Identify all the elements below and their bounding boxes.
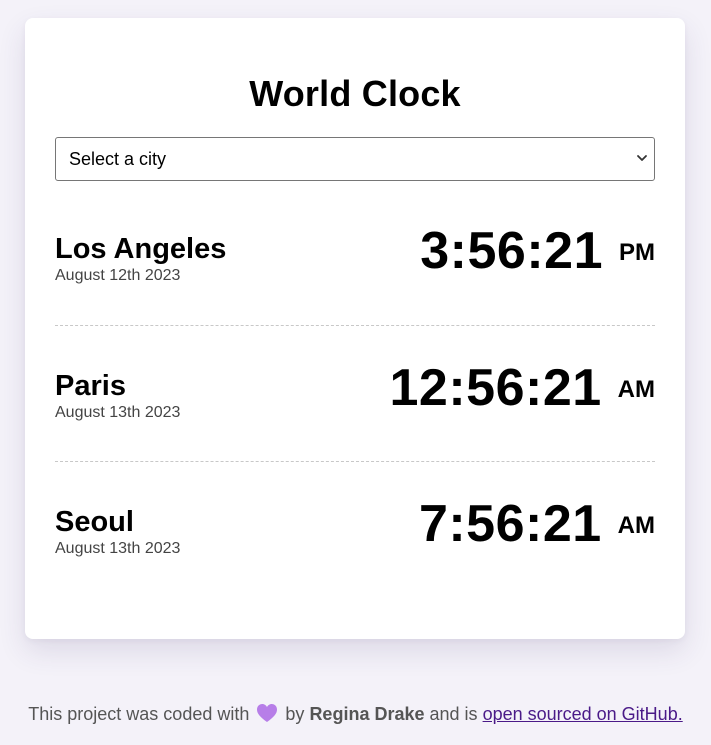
time-value: 7:56:21 [418, 495, 602, 553]
city-list: Los Angeles August 12th 2023 3:56:21 PM … [55, 189, 655, 597]
city-info: Paris August 13th 2023 [55, 369, 180, 423]
city-time: 12:56:21 AM [390, 358, 655, 418]
page-title: World Clock [249, 73, 461, 114]
city-select[interactable]: Select a city [55, 137, 655, 181]
footer-text: by [285, 704, 305, 724]
city-time: 7:56:21 AM [419, 494, 655, 554]
world-clock-card: World Clock Select a city Los Angeles Au… [25, 18, 685, 639]
footer: This project was coded with by Regina Dr… [0, 702, 711, 726]
footer-text: This project was coded with [28, 704, 250, 724]
time-ampm: AM [617, 376, 655, 403]
time-value: 3:56:21 [420, 222, 603, 280]
city-row-paris: Paris August 13th 2023 12:56:21 AM [55, 325, 655, 461]
city-info: Seoul August 13th 2023 [55, 505, 180, 559]
purple-heart-icon [257, 704, 278, 722]
city-time: 3:56:21 PM [420, 221, 655, 281]
city-date: August 13th 2023 [55, 540, 181, 557]
city-select-wrapper: Select a city [55, 137, 655, 181]
city-name: Seoul [55, 506, 134, 538]
author-name: Regina Drake [309, 704, 425, 724]
city-info: Los Angeles August 12th 2023 [55, 232, 226, 286]
city-date: August 13th 2023 [55, 404, 181, 421]
time-ampm: PM [619, 239, 655, 266]
city-name: Paris [55, 370, 126, 402]
city-row-seoul: Seoul August 13th 2023 7:56:21 AM [55, 461, 655, 597]
time-value: 12:56:21 [389, 359, 602, 417]
city-date: August 12th 2023 [55, 267, 181, 284]
city-name: Los Angeles [55, 233, 227, 265]
time-ampm: AM [617, 512, 655, 539]
city-row-los-angeles: Los Angeles August 12th 2023 3:56:21 PM [55, 189, 655, 325]
footer-text: and is [429, 704, 478, 724]
github-link[interactable]: open sourced on GitHub. [483, 704, 683, 724]
